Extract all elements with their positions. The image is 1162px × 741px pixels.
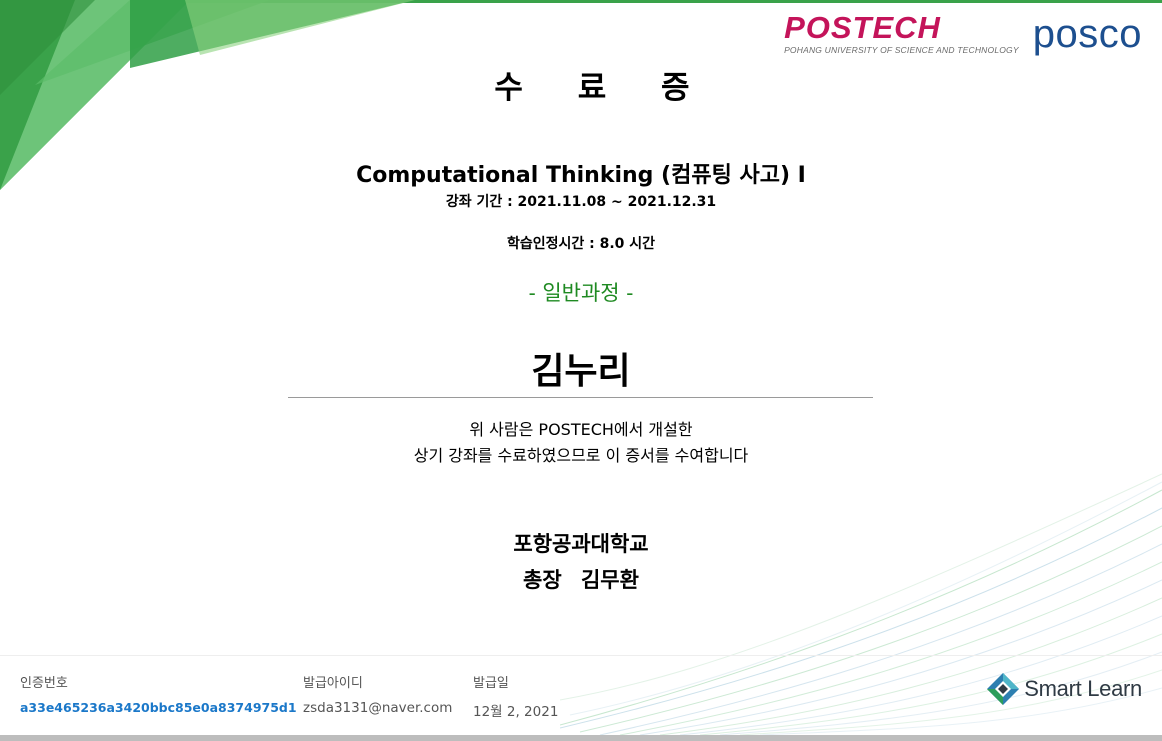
issue-date-block: 발급일 12월 2, 2021 xyxy=(473,672,558,720)
postech-logo-subtitle: POHANG UNIVERSITY OF SCIENCE AND TECHNOL… xyxy=(784,45,1019,55)
postech-logo: POSTECH POHANG UNIVERSITY OF SCIENCE AND… xyxy=(784,10,1019,56)
smartlearn-logo: Smart Learn xyxy=(986,672,1142,706)
issuer-id-block: 발급아이디 zsda3131@naver.com xyxy=(303,672,452,716)
certificate-page: POSTECH POHANG UNIVERSITY OF SCIENCE AND… xyxy=(0,0,1162,741)
issue-date-value: 12월 2, 2021 xyxy=(473,704,559,720)
cert-number-label: 인증번호 xyxy=(20,676,68,691)
issue-date-label: 발급일 xyxy=(473,676,509,691)
header-logos: POSTECH POHANG UNIVERSITY OF SCIENCE AND… xyxy=(784,10,1142,56)
issuer-signer: 총장 김무환 xyxy=(523,568,639,592)
posco-logo-text: posco xyxy=(1032,11,1142,56)
smartlearn-diamond-icon xyxy=(987,673,1020,705)
course-period: 강좌 기간 : 2021.11.08 ~ 2021.12.31 xyxy=(445,194,717,210)
cert-number-block: 인증번호 a33e465236a3420bbc85e0a8374975d1 xyxy=(20,672,297,715)
course-title: Computational Thinking (컴퓨팅 사고) I xyxy=(356,163,806,188)
study-hours: 학습인정시간 : 8.0 시간 xyxy=(506,236,656,252)
recipient-name: 김누리 xyxy=(531,351,631,392)
statement-line-1: 위 사람은 POSTECH에서 개설한 xyxy=(469,420,693,439)
smartlearn-logo-text: Smart Learn xyxy=(1024,676,1142,701)
issuer-institution: 포항공과대학교 xyxy=(513,532,649,556)
cert-number-value[interactable]: a33e465236a3420bbc85e0a8374975d1 xyxy=(20,700,297,715)
issuer-id-value: zsda3131@naver.com xyxy=(303,700,453,716)
bottom-border xyxy=(0,735,1162,741)
certificate-title: 수 료 증 xyxy=(494,70,712,106)
postech-logo-text: POSTECH xyxy=(784,10,941,45)
course-type: - 일반과정 - xyxy=(528,281,634,305)
footer-divider xyxy=(0,655,1162,656)
recipient-underline xyxy=(288,397,873,398)
issuer-id-label: 발급아이디 xyxy=(303,676,363,691)
statement-line-2: 상기 강좌를 수료하였으므로 이 증서를 수여합니다 xyxy=(413,446,749,465)
